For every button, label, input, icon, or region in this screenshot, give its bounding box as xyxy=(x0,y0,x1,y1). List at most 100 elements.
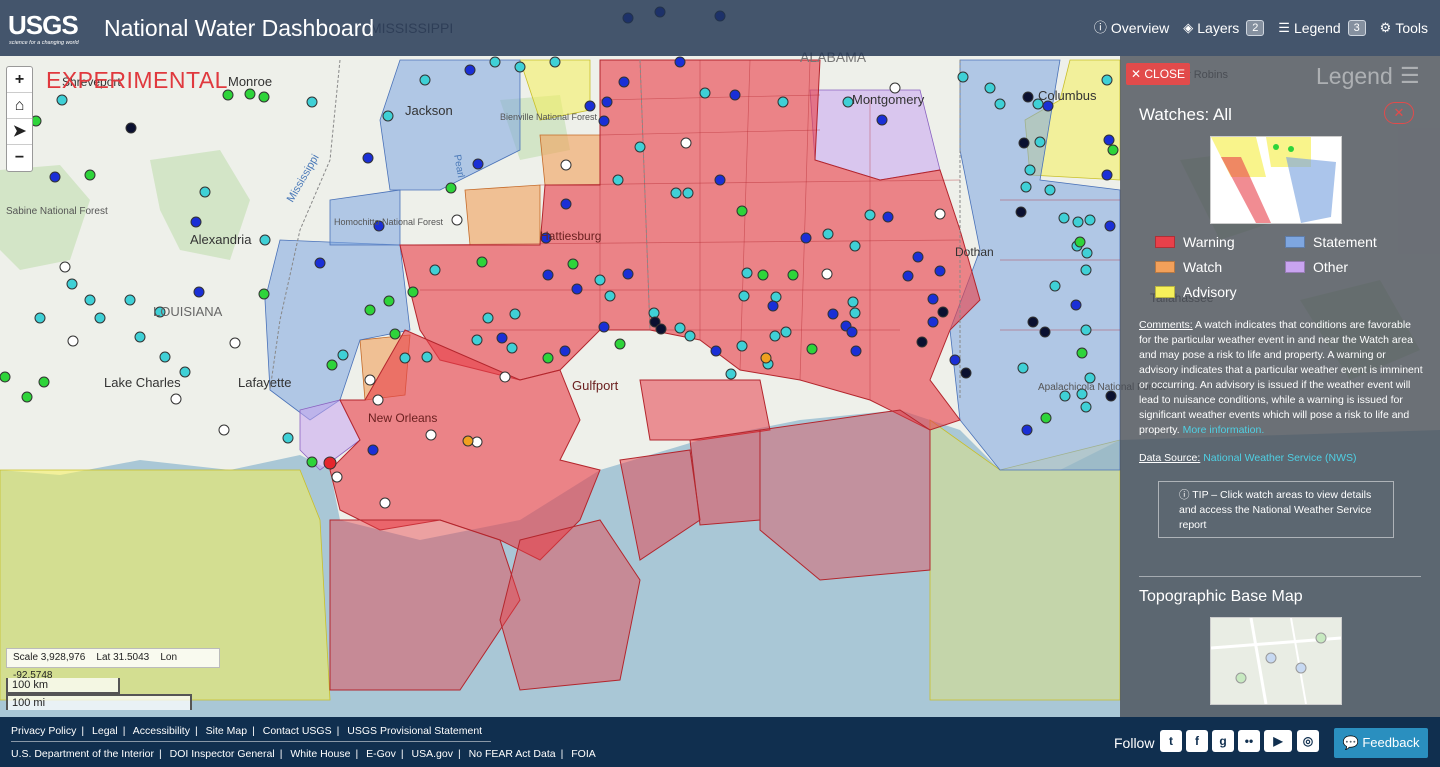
info-icon: ⓘ xyxy=(1179,489,1190,501)
scale-value: Scale 3,928,976 xyxy=(13,652,86,663)
more-info-link[interactable]: More information. xyxy=(1183,424,1265,436)
app-footer: Privacy Policy | Legal | Accessibility | Si… xyxy=(0,717,1440,767)
twitter-icon[interactable]: t xyxy=(1160,730,1182,752)
app-header: USGS science for a changing world Nation… xyxy=(0,0,1440,56)
label-bienville: Bienville National Forest xyxy=(500,112,598,122)
label-gulfport: Gulfport xyxy=(572,378,619,393)
locate-button[interactable]: ➤ xyxy=(7,119,32,145)
nav-legend[interactable]: ☰ Legend 3 xyxy=(1278,18,1366,38)
basemap-thumbnail-graphic xyxy=(1211,618,1341,704)
nav-legend-label: Legend xyxy=(1293,20,1341,36)
facebook-icon[interactable]: f xyxy=(1186,730,1208,752)
other-label: Other xyxy=(1313,259,1349,275)
layers-icon: ◈ xyxy=(1183,20,1194,35)
logo-tagline: science for a changing world xyxy=(9,40,79,46)
legend-item-other: Other xyxy=(1285,258,1348,276)
info-icon: ⓘ xyxy=(1093,20,1107,35)
label-sabine: Sabine National Forest xyxy=(6,206,108,217)
label-new-orleans: New Orleans xyxy=(368,411,437,425)
footer-link-doi-ig[interactable]: DOI Inspector General xyxy=(170,748,275,760)
footer-link-doi[interactable]: U.S. Department of the Interior xyxy=(11,748,154,760)
watches-title: Watches: All xyxy=(1139,105,1232,124)
legend-item-statement: Statement xyxy=(1285,233,1377,251)
footer-link-usagov[interactable]: USA.gov xyxy=(412,748,453,760)
label-dothan: Dothan xyxy=(955,245,994,259)
instagram-icon[interactable]: ◎ xyxy=(1297,730,1319,752)
legend-list-icon: ☰ xyxy=(1400,63,1420,88)
advisory-label: Advisory xyxy=(1183,284,1237,300)
scale-readout: Scale 3,928,976 Lat 31.5043 Lon -92.5748 xyxy=(6,648,220,681)
legend-count-badge: 3 xyxy=(1347,20,1366,36)
legend-item-advisory: Advisory xyxy=(1155,283,1237,301)
feedback-button[interactable]: 💬 Feedback xyxy=(1334,728,1428,758)
footer-divider xyxy=(11,741,491,742)
tip-box: ⓘ TIP – Click watch areas to view detail… xyxy=(1158,481,1394,538)
app-title: National Water Dashboard xyxy=(104,15,375,41)
footer-link-legal[interactable]: Legal xyxy=(92,725,118,737)
nav-tools[interactable]: ⚙ Tools xyxy=(1380,18,1428,38)
data-source-label: Data Source: xyxy=(1139,452,1201,464)
nav-tools-label: Tools xyxy=(1395,20,1428,36)
legend-panel: ✕ CLOSE Legend ☰ Watches: All ✕ Warning … xyxy=(1120,56,1440,717)
other-swatch xyxy=(1285,261,1305,273)
home-button[interactable]: ⌂ xyxy=(7,93,32,119)
layers-count-badge: 2 xyxy=(1246,20,1265,36)
watch-swatch xyxy=(1155,261,1175,273)
footer-link-provisional[interactable]: USGS Provisional Statement xyxy=(347,725,482,737)
footer-link-contact[interactable]: Contact USGS xyxy=(263,725,332,737)
nav-layers[interactable]: ◈ Layers 2 xyxy=(1183,18,1265,38)
watches-thumbnail-graphic xyxy=(1211,137,1341,223)
label-columbus: Columbus xyxy=(1038,88,1097,103)
scale-bar-km: 100 km xyxy=(6,678,120,694)
nws-link[interactable]: National Weather Service (NWS) xyxy=(1203,452,1356,464)
legend-item-watch: Watch xyxy=(1155,258,1222,276)
feedback-label: Feedback xyxy=(1362,735,1420,750)
label-louisiana: LOUISIANA xyxy=(153,304,223,319)
label-jackson: Jackson xyxy=(405,103,453,118)
footer-link-foia[interactable]: FOIA xyxy=(571,748,596,760)
panel-divider xyxy=(1139,576,1421,577)
watches-thumbnail xyxy=(1210,136,1342,224)
usgs-logo[interactable]: USGS science for a changing world xyxy=(8,10,92,46)
comments-text: Comments: A watch indicates that conditi… xyxy=(1139,318,1423,438)
map-controls: + ⌂ ➤ − xyxy=(6,66,33,172)
footer-link-egov[interactable]: E-Gov xyxy=(366,748,396,760)
youtube-icon[interactable]: ▶ xyxy=(1264,730,1292,752)
lat-value: Lat 31.5043 xyxy=(96,652,150,663)
footer-link-whitehouse[interactable]: White House xyxy=(290,748,350,760)
legend-list-icon: ☰ xyxy=(1278,20,1290,35)
follow-label: Follow xyxy=(1114,735,1155,751)
tip-text: TIP – Click watch areas to view details … xyxy=(1179,489,1372,531)
watch-label: Watch xyxy=(1183,259,1223,275)
footer-link-accessibility[interactable]: Accessibility xyxy=(133,725,190,737)
basemap-thumbnail[interactable] xyxy=(1210,617,1342,705)
zoom-in-button[interactable]: + xyxy=(7,67,32,93)
statement-label: Statement xyxy=(1313,234,1377,250)
remove-watches-button[interactable]: ✕ xyxy=(1384,102,1414,124)
chat-icon: 💬 xyxy=(1342,735,1359,750)
label-monroe: Monroe xyxy=(228,74,272,89)
close-icon: ✕ xyxy=(1393,105,1405,120)
legend-item-warning: Warning xyxy=(1155,233,1235,251)
github-icon[interactable]: g xyxy=(1212,730,1234,752)
warning-swatch xyxy=(1155,236,1175,248)
footer-link-sitemap[interactable]: Site Map xyxy=(206,725,247,737)
warning-label: Warning xyxy=(1183,234,1235,250)
comments-label: Comments: xyxy=(1139,319,1193,331)
basemap-title: Topographic Base Map xyxy=(1139,588,1303,605)
experimental-label: EXPERIMENTAL xyxy=(46,67,228,93)
scale-bar-mi: 100 mi xyxy=(6,694,192,710)
footer-link-nofear[interactable]: No FEAR Act Data xyxy=(469,748,556,760)
label-alexandria: Alexandria xyxy=(190,232,252,247)
data-source: Data Source: National Weather Service (N… xyxy=(1139,451,1357,466)
label-lafayette: Lafayette xyxy=(238,375,292,390)
comments-body: A watch indicates that conditions are fa… xyxy=(1139,319,1423,436)
flickr-icon[interactable]: •• xyxy=(1238,730,1260,752)
label-montgomery: Montgomery xyxy=(852,92,925,107)
statement-swatch xyxy=(1285,236,1305,248)
nav-overview[interactable]: ⓘ Overview xyxy=(1094,18,1169,38)
footer-link-privacy[interactable]: Privacy Policy xyxy=(11,725,76,737)
label-homochitto: Homochitto National Forest xyxy=(334,217,444,227)
close-panel-button[interactable]: ✕ CLOSE xyxy=(1126,63,1190,85)
zoom-out-button[interactable]: − xyxy=(7,145,32,171)
